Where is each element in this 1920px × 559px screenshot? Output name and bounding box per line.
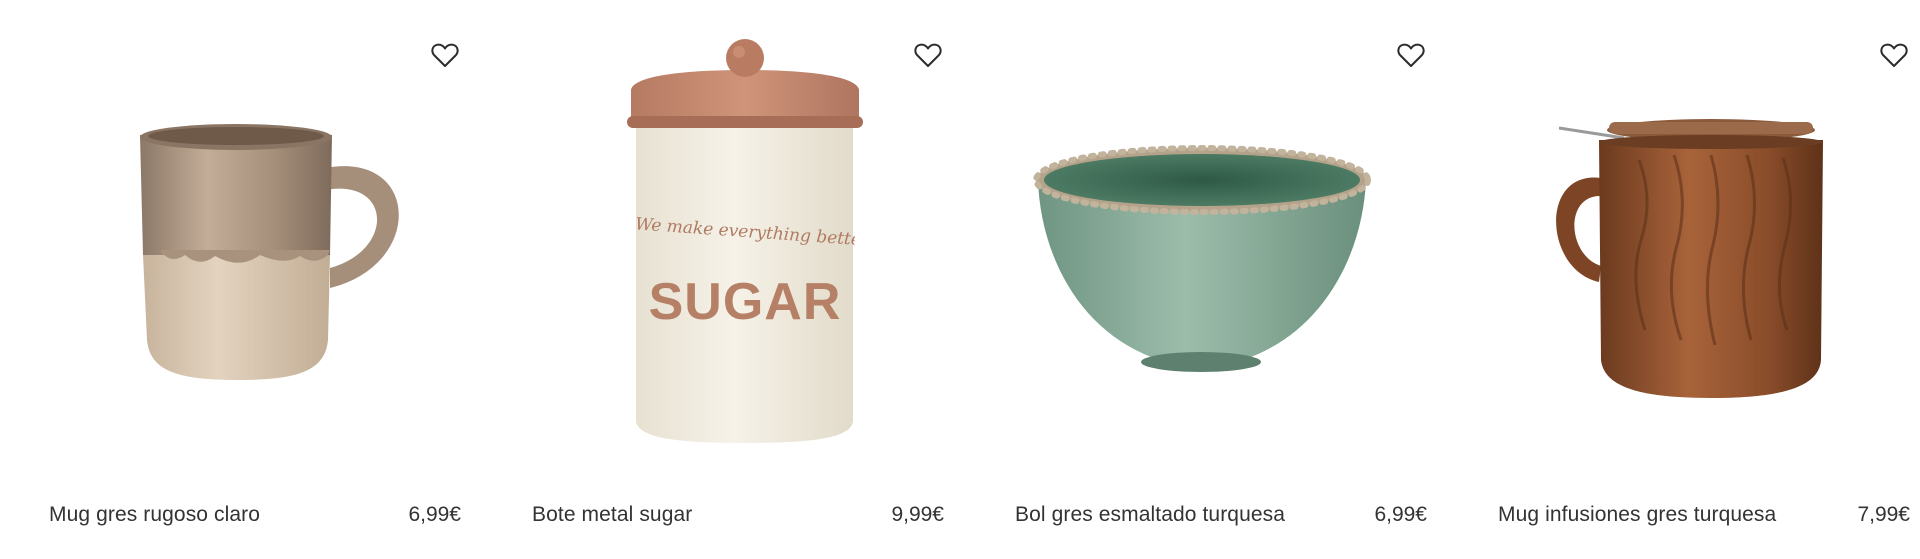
brown-infusion-mug-illustration <box>1556 119 1823 398</box>
heart-outline-icon <box>431 43 459 67</box>
product-image-green-bowl[interactable] <box>966 0 1386 480</box>
heart-outline-icon <box>1880 43 1908 67</box>
product-name[interactable]: Mug gres rugoso claro <box>49 503 260 527</box>
product-card[interactable]: Bol gres esmaltado turquesa 6,99€ <box>966 0 1427 559</box>
heart-outline-icon <box>1397 43 1425 67</box>
heart-outline-icon <box>914 43 942 67</box>
beige-mug-illustration <box>140 124 399 380</box>
product-grid-row: Mug gres rugoso claro 6,99€ We make ever… <box>0 0 1920 559</box>
product-name[interactable]: Mug infusiones gres turquesa <box>1498 503 1776 527</box>
green-bowl-illustration <box>1033 145 1371 372</box>
wishlist-button[interactable] <box>1396 40 1426 70</box>
product-image-sugar-canister[interactable]: We make everything better SUGAR <box>483 0 903 480</box>
product-name[interactable]: Bote metal sugar <box>532 503 692 527</box>
wishlist-button[interactable] <box>1879 40 1909 70</box>
product-price: 6,99€ <box>408 503 461 526</box>
product-card[interactable]: We make everything better SUGAR Bote met… <box>483 0 944 559</box>
wishlist-button[interactable] <box>913 40 943 70</box>
canister-sugar-label: SUGAR <box>648 273 842 331</box>
product-price: 9,99€ <box>891 503 944 526</box>
product-card[interactable]: Mug gres rugoso claro 6,99€ <box>0 0 461 559</box>
product-name[interactable]: Bol gres esmaltado turquesa <box>1015 503 1285 527</box>
product-image-brown-infusion-mug[interactable] <box>1449 0 1869 480</box>
product-image-mug-beige[interactable] <box>0 0 420 480</box>
product-price: 7,99€ <box>1857 503 1910 526</box>
wishlist-button[interactable] <box>430 40 460 70</box>
product-price: 6,99€ <box>1374 503 1427 526</box>
product-card[interactable]: Mug infusiones gres turquesa 7,99€ <box>1449 0 1910 559</box>
